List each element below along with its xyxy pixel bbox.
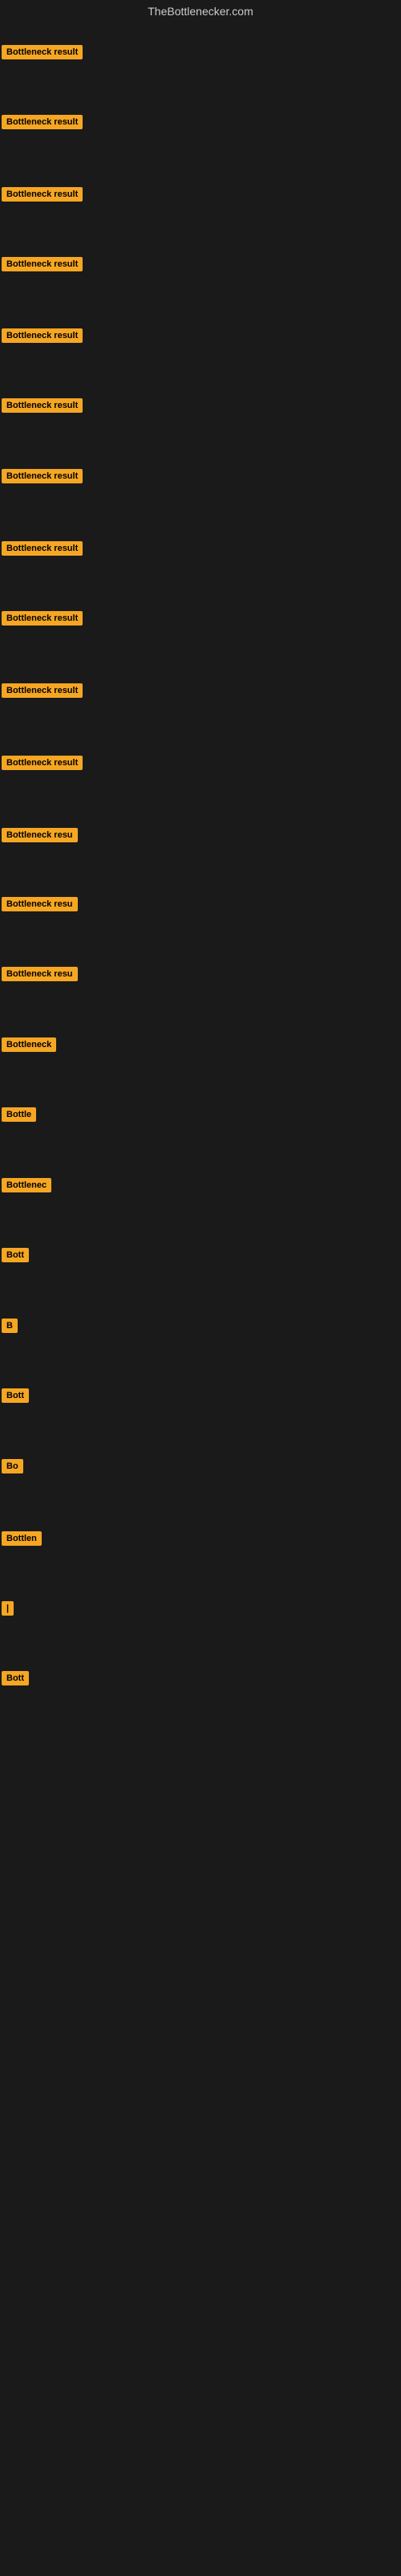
bottleneck-badge-5[interactable]: Bottleneck result [2, 328, 83, 343]
bottleneck-list: Bottleneck result Bottleneck result Bottle… [0, 22, 401, 2576]
bottleneck-item-15[interactable]: Bottleneck [2, 1037, 56, 1051]
bottleneck-badge-21[interactable]: Bo [2, 1459, 23, 1473]
bottleneck-item-11[interactable]: Bottleneck result [2, 755, 83, 769]
bottleneck-item-7[interactable]: Bottleneck result [2, 468, 83, 483]
bottleneck-item-22[interactable]: Bottlen [2, 1531, 42, 1545]
bottleneck-badge-2[interactable]: Bottleneck result [2, 115, 83, 129]
bottleneck-badge-22[interactable]: Bottlen [2, 1531, 42, 1546]
bottleneck-item-17[interactable]: Bottlenec [2, 1177, 51, 1192]
bottleneck-item-24[interactable]: Bott [2, 1670, 29, 1685]
bottleneck-item-21[interactable]: Bo [2, 1458, 23, 1473]
bottleneck-badge-3[interactable]: Bottleneck result [2, 187, 83, 202]
bottleneck-badge-9[interactable]: Bottleneck result [2, 611, 83, 626]
bottleneck-badge-6[interactable]: Bottleneck result [2, 398, 83, 413]
bottleneck-badge-20[interactable]: Bott [2, 1388, 29, 1403]
bottleneck-item-2[interactable]: Bottleneck result [2, 114, 83, 128]
bottleneck-badge-18[interactable]: Bott [2, 1248, 29, 1262]
bottleneck-badge-19[interactable]: B [2, 1319, 18, 1333]
bottleneck-item-9[interactable]: Bottleneck result [2, 610, 83, 625]
bottleneck-badge-1[interactable]: Bottleneck result [2, 45, 83, 59]
bottleneck-badge-16[interactable]: Bottle [2, 1107, 36, 1122]
bottleneck-item-1[interactable]: Bottleneck result [2, 44, 83, 59]
bottleneck-badge-7[interactable]: Bottleneck result [2, 469, 83, 483]
bottleneck-badge-4[interactable]: Bottleneck result [2, 257, 83, 271]
bottleneck-item-6[interactable]: Bottleneck result [2, 397, 83, 412]
bottleneck-badge-10[interactable]: Bottleneck result [2, 683, 83, 698]
bottleneck-badge-24[interactable]: Bott [2, 1671, 29, 1685]
bottleneck-badge-8[interactable]: Bottleneck result [2, 541, 83, 556]
bottleneck-item-4[interactable]: Bottleneck result [2, 256, 83, 271]
bottleneck-badge-14[interactable]: Bottleneck resu [2, 967, 78, 981]
bottleneck-item-5[interactable]: Bottleneck result [2, 328, 83, 342]
bottleneck-item-19[interactable]: B [2, 1318, 18, 1332]
bottleneck-badge-23[interactable]: | [2, 1601, 14, 1616]
bottleneck-item-12[interactable]: Bottleneck resu [2, 827, 78, 842]
bottleneck-item-20[interactable]: Bott [2, 1388, 29, 1402]
bottleneck-badge-13[interactable]: Bottleneck resu [2, 897, 78, 911]
bottleneck-item-14[interactable]: Bottleneck resu [2, 966, 78, 980]
bottleneck-item-8[interactable]: Bottleneck result [2, 540, 83, 555]
bottleneck-item-13[interactable]: Bottleneck resu [2, 896, 78, 911]
site-title-bar: TheBottlenecker.com [0, 0, 401, 22]
bottleneck-item-23[interactable]: | [2, 1600, 14, 1615]
bottleneck-item-10[interactable]: Bottleneck result [2, 683, 83, 697]
bottleneck-badge-12[interactable]: Bottleneck resu [2, 828, 78, 842]
bottleneck-badge-15[interactable]: Bottleneck [2, 1037, 56, 1052]
site-title: TheBottlenecker.com [0, 0, 401, 22]
bottleneck-item-3[interactable]: Bottleneck result [2, 186, 83, 201]
bottleneck-item-16[interactable]: Bottle [2, 1107, 36, 1121]
bottleneck-badge-11[interactable]: Bottleneck result [2, 756, 83, 770]
bottleneck-badge-17[interactable]: Bottlenec [2, 1178, 51, 1192]
bottleneck-item-18[interactable]: Bott [2, 1247, 29, 1262]
